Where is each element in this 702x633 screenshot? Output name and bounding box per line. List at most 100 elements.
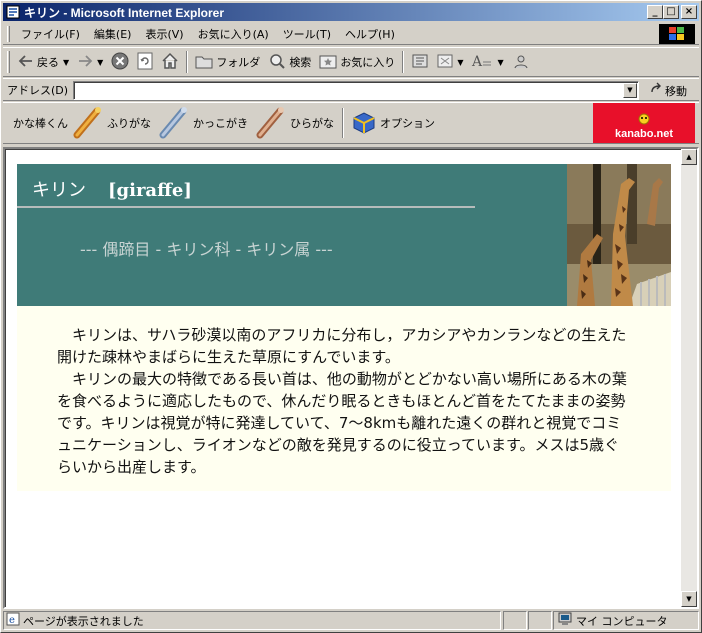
scroll-up-icon[interactable]: ▲ — [681, 149, 697, 165]
menu-help[interactable]: ヘルプ(H) — [338, 26, 402, 42]
search-label: 検索 — [289, 56, 312, 69]
kanabo-logo[interactable]: kanabo.net — [593, 103, 695, 143]
description-paragraph-2: キリンの最大の特徴である長い首は、他の動物がとどかない高い場所にある木の葉を食べ… — [57, 370, 627, 476]
address-dropdown-icon[interactable]: ▼ — [623, 83, 637, 98]
back-button[interactable]: 戻る ▼ — [14, 50, 73, 74]
search-button[interactable]: 検索 — [264, 50, 315, 74]
mail-icon — [437, 53, 453, 72]
home-icon — [161, 52, 179, 73]
toolbar-separator — [186, 51, 189, 73]
home-button[interactable] — [157, 50, 183, 74]
page-title-en: [giraffe] — [108, 180, 192, 201]
option-button[interactable]: オプション — [350, 108, 435, 139]
address-label: アドレス(D) — [7, 83, 69, 97]
menu-view[interactable]: 表示(V) — [138, 26, 190, 42]
print-button[interactable]: A ▼ — [467, 50, 507, 74]
go-button[interactable]: 移動 — [649, 82, 687, 99]
kanabo-club-red-icon — [254, 105, 288, 142]
page-title-ja: キリン — [32, 180, 86, 201]
status-cell — [528, 611, 552, 630]
kanabo-club-icon — [71, 105, 105, 142]
description-box: キリンは、サハラ砂漠以南のアフリカに分布し，アカシアやカンランなどの生えた開けた… — [17, 306, 671, 491]
folders-button[interactable]: フォルダ — [191, 50, 264, 74]
page-title: キリン [giraffe] — [32, 176, 192, 202]
kanabo-title: かな棒くん — [13, 117, 68, 130]
hiragana-label: ひらがな — [290, 117, 334, 130]
folder-icon — [195, 53, 213, 72]
kanabo-logo-text: kanabo.net — [614, 128, 674, 140]
search-icon — [268, 52, 286, 73]
standard-toolbar: 戻る ▼ ▼ フォルダ 検索 お気に入り ▼ A ▼ — [3, 47, 699, 77]
page-banner: キリン [giraffe] --- 偶蹄目 - キリン科 - キリン属 --- — [17, 164, 671, 306]
kanabo-separator — [342, 108, 344, 138]
menu-grip[interactable] — [7, 25, 10, 42]
ie-page-icon — [5, 4, 21, 20]
folders-label: フォルダ — [216, 56, 261, 69]
mail-dropdown-icon[interactable]: ▼ — [457, 58, 463, 67]
minimize-button[interactable]: _ — [647, 5, 663, 19]
menu-file[interactable]: ファイル(F) — [14, 26, 87, 42]
history-button[interactable] — [407, 50, 433, 74]
font-size-icon: A — [471, 52, 493, 73]
web-page: キリン [giraffe] --- 偶蹄目 - キリン科 - キリン属 --- — [17, 164, 671, 491]
back-label: 戻る — [37, 56, 59, 69]
ie-page-done-icon: e — [6, 612, 20, 629]
go-label: 移動 — [665, 84, 687, 98]
svg-text:e: e — [9, 615, 15, 626]
favorites-button[interactable]: お気に入り — [315, 50, 399, 74]
stop-icon — [111, 52, 129, 73]
hiragana-button[interactable]: ひらがな — [254, 105, 334, 142]
kanabo-club-blue-icon — [157, 105, 191, 142]
favorites-label: お気に入り — [340, 56, 396, 69]
description-paragraph-1: キリンは、サハラ砂漠以南のアフリカに分布し，アカシアやカンランなどの生えた開けた… — [57, 326, 627, 366]
messenger-button[interactable] — [508, 50, 534, 74]
menu-tools[interactable]: ツール(T) — [276, 26, 338, 42]
classification-text: --- 偶蹄目 - キリン科 - キリン属 --- — [80, 240, 333, 259]
page-viewport[interactable]: キリン [giraffe] --- 偶蹄目 - キリン科 - キリン属 --- — [3, 147, 699, 609]
close-button[interactable]: × — [681, 5, 697, 19]
refresh-icon — [137, 52, 153, 73]
favorites-icon — [319, 53, 337, 72]
furigana-label: ふりがな — [107, 117, 151, 130]
status-bar: e ページが表示されました マイ コンピュータ — [3, 610, 699, 631]
forward-button[interactable]: ▼ — [73, 50, 107, 74]
status-cell — [503, 611, 527, 630]
browser-window: キリン - Microsoft Internet Explorer _ □ × … — [0, 0, 702, 633]
window-title: キリン - Microsoft Internet Explorer — [24, 5, 225, 20]
messenger-icon — [512, 52, 530, 73]
address-input[interactable] — [73, 81, 639, 100]
stop-button[interactable] — [107, 50, 133, 74]
menu-bar: ファイル(F) 編集(E) 表示(V) お気に入り(A) ツール(T) ヘルプ(… — [3, 23, 699, 45]
giraffe-photo — [567, 164, 671, 306]
zone-label: マイ コンピュータ — [576, 614, 668, 628]
status-message: ページが表示されました — [23, 614, 144, 628]
toolbar-separator — [402, 51, 405, 73]
windows-logo-icon — [659, 24, 695, 44]
furigana-button[interactable]: ふりがな — [71, 105, 151, 142]
address-bar: アドレス(D) ▼ 移動 — [3, 78, 699, 101]
mail-button[interactable]: ▼ — [433, 50, 467, 74]
title-divider — [17, 206, 475, 208]
back-arrow-icon — [18, 54, 34, 71]
toolbar-grip[interactable] — [7, 51, 10, 73]
security-zone-panel: マイ コンピュータ — [553, 611, 699, 630]
kanabo-toolbar: かな棒くん ふりがな かっこがき ひらがな オプション kanabo.net — [3, 102, 699, 144]
my-computer-icon — [557, 612, 573, 629]
title-bar[interactable]: キリン - Microsoft Internet Explorer _ □ × — [3, 3, 699, 21]
svg-text:A: A — [471, 54, 483, 70]
maximize-button[interactable]: □ — [663, 5, 679, 19]
history-icon — [411, 52, 429, 73]
kakkogaki-button[interactable]: かっこがき — [157, 105, 248, 142]
refresh-button[interactable] — [133, 50, 157, 74]
vertical-scrollbar[interactable]: ▲ ▼ — [681, 149, 697, 607]
kakkogaki-label: かっこがき — [193, 117, 248, 130]
back-dropdown-icon[interactable]: ▼ — [63, 58, 69, 67]
status-message-panel: e ページが表示されました — [3, 611, 501, 630]
font-dropdown-icon[interactable]: ▼ — [497, 58, 503, 67]
forward-arrow-icon — [77, 54, 93, 71]
forward-dropdown-icon[interactable]: ▼ — [97, 58, 103, 67]
option-box-icon — [350, 108, 378, 139]
menu-favorites[interactable]: お気に入り(A) — [191, 26, 276, 42]
menu-edit[interactable]: 編集(E) — [87, 26, 139, 42]
scroll-down-icon[interactable]: ▼ — [681, 591, 697, 607]
